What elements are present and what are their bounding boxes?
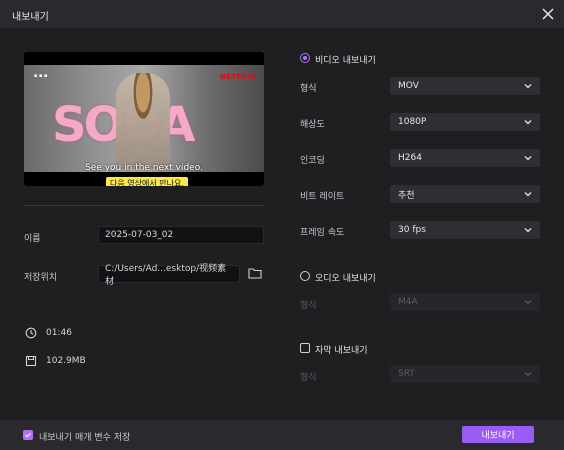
save-location-label: 저장위치 xyxy=(24,273,58,283)
video-export-label: 비디오 내보내기 xyxy=(315,56,376,66)
encoding-label: 인코딩 xyxy=(300,156,325,166)
title-bar: 내보내기 xyxy=(0,0,564,28)
bitrate-value: 추천 xyxy=(398,190,415,201)
chevron-down-icon xyxy=(524,192,532,197)
chevron-down-icon xyxy=(524,84,532,89)
frame-rate-label: 프레임 속도 xyxy=(300,228,345,238)
audio-export-label: 오디오 내보내기 xyxy=(315,274,376,284)
encoding-select[interactable]: H264 xyxy=(390,149,540,167)
duration-value: 01:46 xyxy=(46,328,72,338)
bitrate-select[interactable]: 추천 xyxy=(390,185,540,203)
video-preview: ▪ ▪ ▪ NETFLIX SODA See you in the next v… xyxy=(24,52,264,186)
subtitle-format-value: SRT xyxy=(398,369,415,379)
file-size-icon xyxy=(25,355,37,367)
preview-corner-tag: ▪ ▪ ▪ xyxy=(34,73,48,79)
chevron-down-icon xyxy=(524,300,532,305)
resolution-value: 1080P xyxy=(398,117,427,127)
name-label: 이름 xyxy=(24,234,41,244)
subtitle-export-label: 자막 내보내기 xyxy=(315,346,368,356)
bitrate-label: 비트 레이트 xyxy=(300,192,345,202)
save-location-value: C:/Users/Ad...esktop/视频素材 xyxy=(105,264,227,287)
audio-format-label: 형식 xyxy=(300,301,317,311)
resolution-select[interactable]: 1080P xyxy=(390,113,540,131)
name-input[interactable]: 2025-07-03_02 xyxy=(98,226,264,244)
subtitle-korean: 다음 영상에서 만나요. xyxy=(106,177,188,186)
netflix-logo: NETFLIX xyxy=(219,73,256,81)
chevron-down-icon xyxy=(524,120,532,125)
export-button[interactable]: 내보내기 xyxy=(462,426,534,443)
encoding-value: H264 xyxy=(398,153,422,163)
audio-export-radio[interactable] xyxy=(300,271,310,281)
format-select[interactable]: MOV xyxy=(390,77,540,95)
subtitle-format-select: SRT xyxy=(390,365,540,383)
resolution-label: 해상도 xyxy=(300,120,325,130)
preview-frame: ▪ ▪ ▪ NETFLIX SODA See you in the next v… xyxy=(24,65,264,186)
character-figure xyxy=(116,73,170,169)
save-params-checkbox[interactable] xyxy=(23,430,33,440)
format-label: 형식 xyxy=(300,84,317,94)
frame-rate-select[interactable]: 30 fps xyxy=(390,221,540,239)
subtitle-format-label: 형식 xyxy=(300,373,317,383)
save-params-label: 내보내기 매개 변수 저장 xyxy=(39,433,131,443)
save-location-field[interactable]: C:/Users/Ad...esktop/视频素材 xyxy=(98,264,240,287)
file-size-value: 102.9MB xyxy=(46,356,86,366)
clock-icon xyxy=(25,327,37,339)
dialog-title: 내보내기 xyxy=(12,12,49,23)
video-export-radio[interactable] xyxy=(300,53,310,63)
audio-format-value: M4A xyxy=(398,297,418,307)
chevron-down-icon xyxy=(524,372,532,377)
close-icon[interactable] xyxy=(540,6,556,22)
chevron-down-icon xyxy=(524,228,532,233)
frame-rate-value: 30 fps xyxy=(398,225,426,235)
chevron-down-icon xyxy=(524,156,532,161)
audio-format-select: M4A xyxy=(390,293,540,311)
name-value: 2025-07-03_02 xyxy=(105,230,174,240)
subtitle-export-checkbox[interactable] xyxy=(300,343,310,353)
divider xyxy=(24,205,264,206)
folder-icon[interactable] xyxy=(248,267,262,279)
format-value: MOV xyxy=(398,81,419,91)
subtitle-english: See you in the next video. xyxy=(85,163,203,173)
